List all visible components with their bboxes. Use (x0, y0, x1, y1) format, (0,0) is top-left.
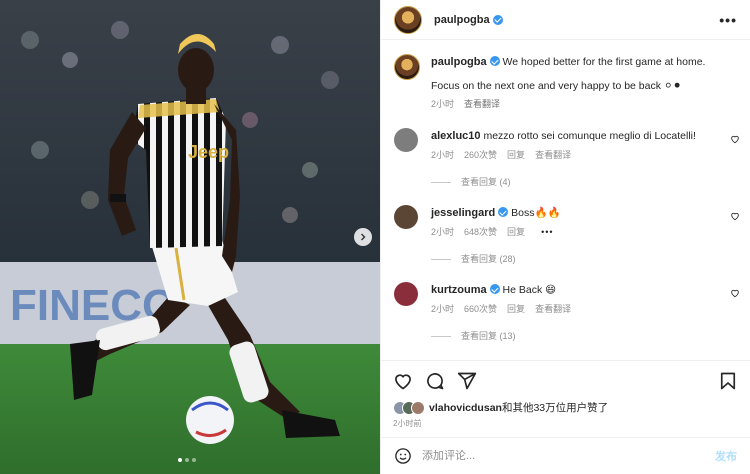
comment-item: kurtzouma He Back 😄 2小时 660次赞 回复 查看翻译 查看… (381, 282, 750, 345)
caption-author[interactable]: paulpogba (431, 56, 487, 68)
comment-text: He Back 😄 (502, 284, 557, 296)
post-media[interactable]: FINECO Jeep (0, 0, 380, 474)
comments-list[interactable]: paulpogba We hoped better for the first … (381, 41, 750, 359)
comment-time: 2小时 (431, 227, 455, 237)
comment-text: mezzo rotto sei comunque meglio di Locat… (483, 130, 696, 142)
view-replies[interactable]: 查看回复 (4) (431, 174, 737, 191)
post-comment-button[interactable]: 发布 (715, 448, 737, 464)
replies-divider (431, 336, 451, 337)
comment-more-icon[interactable]: ••• (541, 224, 553, 241)
view-replies-label[interactable]: 查看回复 (28) (461, 251, 516, 268)
author-avatar[interactable] (394, 5, 422, 34)
comment-likes[interactable]: 260次赞 (464, 147, 497, 164)
comment-username[interactable]: kurtzouma (431, 284, 487, 296)
share-icon[interactable] (457, 371, 477, 391)
comment-text: Boss🔥🔥 (511, 207, 561, 219)
comment-item: alexluc10 mezzo rotto sei comunque megli… (381, 128, 750, 191)
author-username[interactable]: paulpogba (434, 14, 490, 26)
reply-button[interactable]: 回复 (507, 147, 525, 164)
more-icon[interactable]: ••• (719, 12, 737, 28)
see-translation-link[interactable]: 查看翻译 (535, 301, 571, 318)
liker-username[interactable]: vlahovicdusan (429, 402, 502, 414)
comment-input[interactable] (422, 450, 715, 462)
view-replies[interactable]: 查看回复 (28) (431, 251, 737, 268)
comment-username[interactable]: jesselingard (431, 207, 495, 219)
view-replies-label[interactable]: 查看回复 (13) (461, 328, 516, 345)
instagram-post: FINECO Jeep paulpogba ••• paulpogba We h… (0, 0, 750, 474)
carousel-indicator (178, 458, 196, 462)
post-header: paulpogba ••• (381, 0, 750, 40)
verified-icon (489, 284, 500, 294)
post-panel: paulpogba ••• paulpogba We hoped better … (380, 0, 750, 474)
see-translation-link[interactable]: 查看翻译 (464, 96, 500, 113)
likes-count-text[interactable]: 和其他33万位用户赞了 (502, 402, 608, 414)
comment-likes[interactable]: 648次赞 (464, 224, 497, 241)
comment-time: 2小时 (431, 304, 455, 314)
comment-like-icon[interactable] (730, 134, 740, 144)
next-arrow-icon (361, 233, 366, 241)
liker-avatar (411, 400, 425, 415)
likes-summary[interactable]: vlahovicdusan和其他33万位用户赞了 (393, 400, 738, 415)
caption-text-line1: We hoped better for the first game at ho… (502, 56, 706, 68)
commenter-avatar[interactable] (394, 205, 418, 229)
comment-username[interactable]: alexluc10 (431, 130, 481, 142)
verified-icon (489, 56, 500, 66)
comment-likes[interactable]: 660次赞 (464, 301, 497, 318)
post-time: 2小时前 (393, 419, 422, 428)
verified-icon (492, 14, 503, 25)
caption-time: 2小时 (431, 99, 455, 109)
svg-text:Jeep: Jeep (188, 142, 229, 162)
post-photo: FINECO Jeep (0, 0, 380, 474)
comment-time: 2小时 (431, 150, 455, 160)
verified-icon (498, 207, 509, 217)
view-replies-label[interactable]: 查看回复 (4) (461, 174, 511, 191)
comment-icon[interactable] (425, 371, 445, 391)
save-icon[interactable] (718, 371, 738, 391)
comment-like-icon[interactable] (730, 211, 740, 221)
emoji-icon[interactable] (394, 447, 412, 465)
next-image-button[interactable] (354, 228, 372, 246)
reply-button[interactable]: 回复 (507, 224, 525, 241)
commenter-avatar[interactable] (394, 128, 418, 152)
commenter-avatar[interactable] (394, 282, 418, 306)
add-comment-bar: 发布 (381, 437, 750, 474)
post-actions: vlahovicdusan和其他33万位用户赞了 2小时前 (381, 360, 750, 429)
see-translation-link[interactable]: 查看翻译 (535, 147, 571, 164)
reply-button[interactable]: 回复 (507, 301, 525, 318)
carousel-dot (192, 458, 196, 462)
replies-divider (431, 259, 451, 260)
comment-item: jesselingard Boss🔥🔥 2小时 648次赞 回复 ••• 查看回… (381, 205, 750, 268)
caption: paulpogba We hoped better for the first … (381, 54, 750, 113)
heart-icon[interactable] (393, 371, 413, 391)
caption-text-line2: Focus on the next one and very happy to … (431, 80, 682, 92)
carousel-dot (185, 458, 189, 462)
view-replies[interactable]: 查看回复 (13) (431, 328, 737, 345)
replies-divider (431, 182, 451, 183)
comment-like-icon[interactable] (730, 288, 740, 298)
author-avatar[interactable] (394, 54, 420, 80)
carousel-dot-active (178, 458, 182, 462)
